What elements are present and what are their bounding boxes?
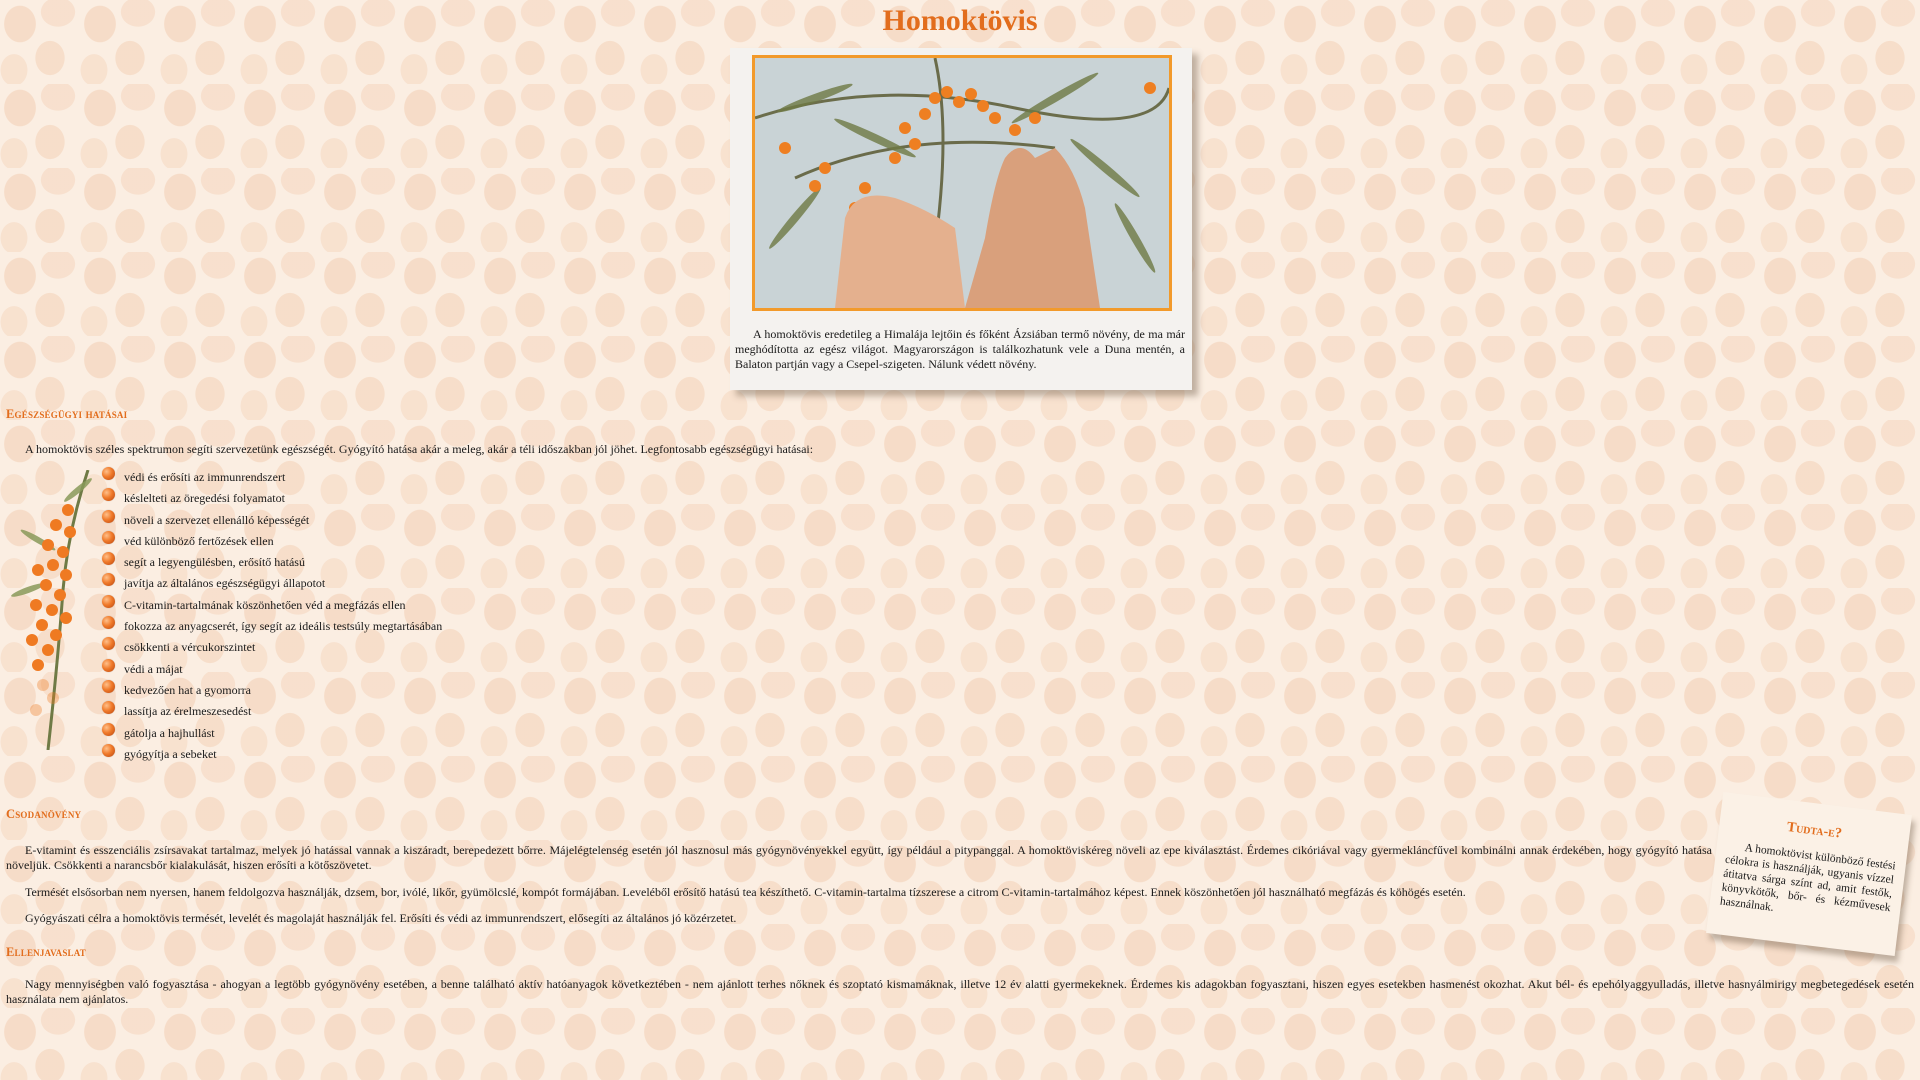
benefit-text: késlelteti az öregedési folyamatot xyxy=(124,491,285,506)
page-title: Homoktövis xyxy=(882,4,1038,37)
benefit-item: gyógyítja a sebeket xyxy=(100,743,442,768)
sea-buckthorn-photo xyxy=(752,55,1172,311)
benefit-item: lassítja az érelmeszesedést xyxy=(100,701,442,725)
berry-bullet-icon xyxy=(102,552,115,566)
benefit-text: gyógyítja a sebeket xyxy=(124,746,217,761)
benefit-item: késlelteti az öregedési folyamatot xyxy=(100,488,442,512)
berry-bullet-icon xyxy=(102,573,115,587)
health-intro: A homoktövis széles spektrumon segíti sz… xyxy=(25,442,814,456)
benefit-text: véd különböző fertőzések ellen xyxy=(124,533,274,548)
benefit-text: javítja az általános egészségügyi állapo… xyxy=(124,576,326,591)
health-heading: Egészségügyi hatásai xyxy=(6,407,128,421)
benefit-item: gátolja a hajhullást xyxy=(100,722,442,747)
wonder-heading: Csodanövény xyxy=(6,807,82,821)
benefit-text: C-vitamin-tartalmának köszönhetően véd a… xyxy=(124,597,406,612)
berry-bullet-icon xyxy=(102,637,115,651)
wonder-paragraph-3: Gyógyászati célra a homoktövis termését,… xyxy=(25,911,737,925)
did-you-know-text: A homoktövist különböző festési célokra … xyxy=(1719,842,1897,915)
contra-heading: Ellenjavaslat xyxy=(6,945,86,959)
did-you-know-card: Tudta-e? A homoktövist különböző festési… xyxy=(1706,791,1912,957)
sea-buckthorn-branch-image xyxy=(8,469,100,751)
benefit-text: növeli a szervezet ellenálló képességét xyxy=(124,512,310,527)
benefit-item: növeli a szervezet ellenálló képességét xyxy=(100,509,442,534)
benefit-item: védi a májat xyxy=(100,658,442,683)
wonder-paragraph-1: E-vitamint és esszenciális zsírsavakat t… xyxy=(6,843,1712,872)
berry-bullet-icon xyxy=(102,467,115,480)
benefit-text: védi és erősíti az immunrendszert xyxy=(124,470,286,484)
benefits-list: védi és erősíti az immunrendszert késlelt… xyxy=(100,467,443,768)
benefit-text: védi a májat xyxy=(124,661,183,676)
benefit-item: csökkenti a vércukorszintet xyxy=(100,637,442,661)
benefit-item: javítja az általános egészségügyi állapo… xyxy=(100,573,442,597)
photo-card: A homoktövis eredetileg a Himalája lejtő… xyxy=(730,48,1192,390)
berry-bullet-icon xyxy=(102,594,115,608)
benefit-item: kedvezően hat a gyomorra xyxy=(100,679,442,704)
photo-caption: A homoktövis eredetileg a Himalája lejtő… xyxy=(735,327,1185,371)
berry-bullet-icon xyxy=(102,616,115,630)
sea-buckthorn-photo-illustration xyxy=(755,58,1169,308)
benefit-text: fokozza az anyagcserét, így segít az ide… xyxy=(124,619,443,634)
contra-paragraph: Nagy mennyiségben való fogyasztása - aho… xyxy=(6,977,1914,1006)
benefit-item: véd különböző fertőzések ellen xyxy=(100,530,442,555)
benefit-item: C-vitamin-tartalmának köszönhetően véd a… xyxy=(100,594,442,619)
berry-bullet-icon xyxy=(102,488,115,502)
benefit-item: védi és erősíti az immunrendszert xyxy=(100,467,442,491)
berry-bullet-icon xyxy=(102,658,115,672)
benefit-text: gátolja a hajhullást xyxy=(124,725,215,740)
wonder-paragraph-2: Termését elsősorban nem nyersen, hanem f… xyxy=(25,885,1466,899)
berry-bullet-icon xyxy=(102,722,115,736)
berry-bullet-icon xyxy=(102,679,115,693)
benefit-text: segít a legyengülésben, erősítő hatású xyxy=(124,555,305,570)
benefit-item: segít a legyengülésben, erősítő hatású xyxy=(100,552,442,576)
benefit-item: fokozza az anyagcserét, így segít az ide… xyxy=(100,616,443,640)
benefit-text: csökkenti a vércukorszintet xyxy=(124,640,256,655)
berry-bullet-icon xyxy=(102,509,115,523)
berry-bullet-icon xyxy=(102,530,115,544)
benefit-text: kedvezően hat a gyomorra xyxy=(124,682,251,697)
benefit-text: lassítja az érelmeszesedést xyxy=(124,704,252,719)
berry-bullet-icon xyxy=(102,743,115,757)
berry-bullet-icon xyxy=(102,701,115,715)
